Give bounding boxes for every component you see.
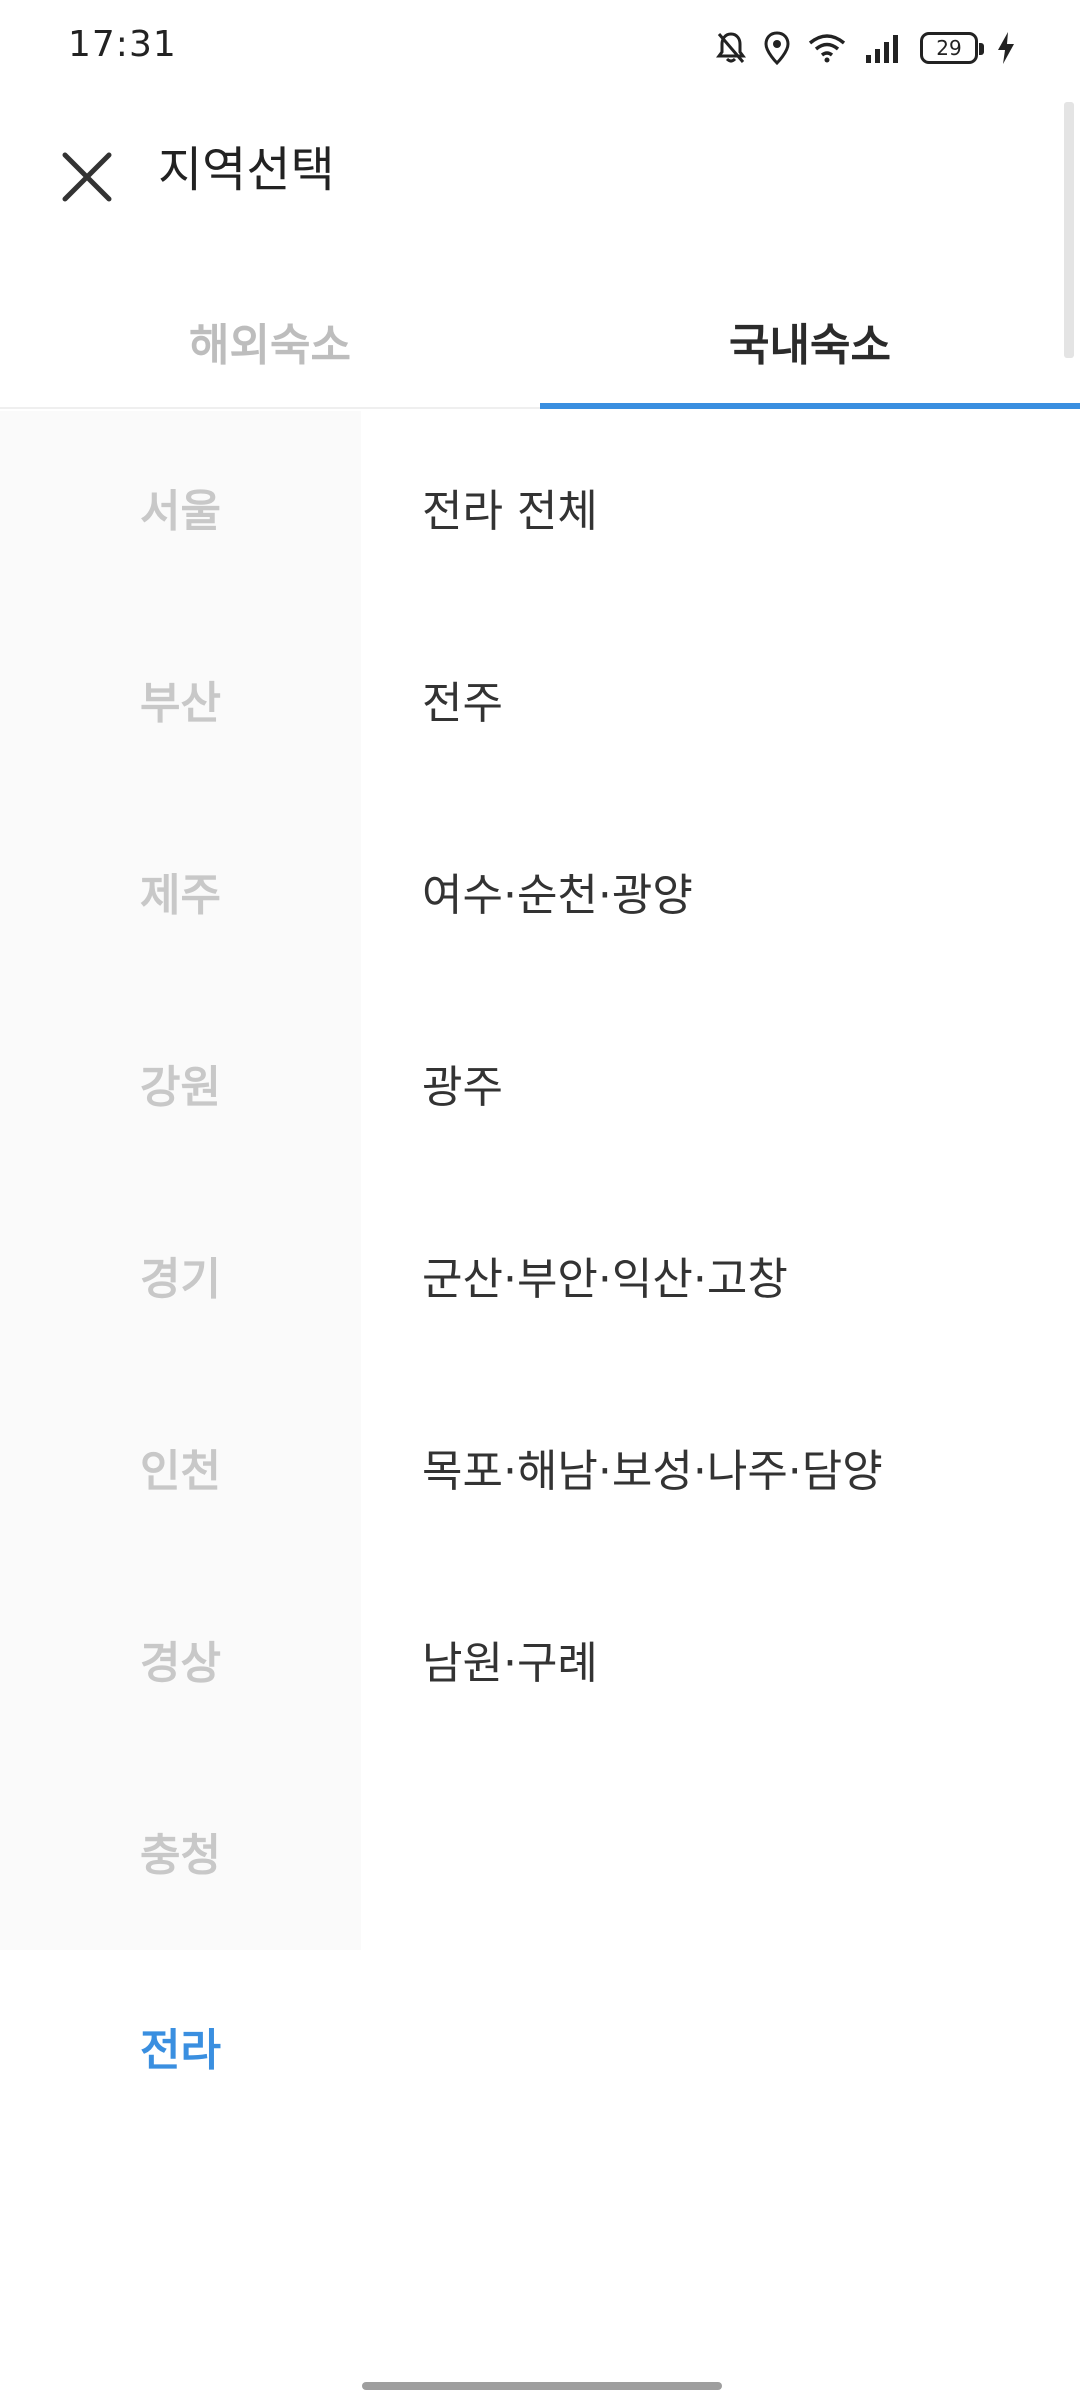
sub-region-item[interactable]: 전주	[422, 603, 503, 795]
region-item-busan[interactable]: 부산	[0, 603, 361, 795]
region-item-gyeonggi[interactable]: 경기	[0, 1179, 361, 1371]
tab-bar: 해외숙소 국내숙소	[0, 275, 1080, 409]
sub-region-item[interactable]: 목포·해남·보성·나주·담양	[422, 1371, 883, 1563]
region-item-jeolla[interactable]: 전라	[0, 1950, 361, 2142]
status-bar: 17:31 29	[0, 0, 1080, 96]
region-item-chungcheong[interactable]: 충청	[0, 1755, 361, 1947]
battery-icon: 29	[920, 32, 984, 64]
sub-region-item[interactable]: 전라 전체	[422, 411, 598, 603]
sub-region-item[interactable]: 군산·부안·익산·고창	[422, 1179, 788, 1371]
mute-bell-icon	[716, 31, 746, 65]
tab-overseas[interactable]: 해외숙소	[0, 275, 540, 407]
sub-region-item[interactable]: 남원·구례	[422, 1563, 598, 1755]
charging-icon	[996, 31, 1016, 65]
header: 지역선택	[0, 110, 1080, 230]
tab-domestic[interactable]: 국내숙소	[540, 275, 1080, 409]
region-item-incheon[interactable]: 인천	[0, 1371, 361, 1563]
location-icon	[764, 31, 790, 65]
region-item-gangwon[interactable]: 강원	[0, 987, 361, 1179]
sub-region-item[interactable]: 여수·순천·광양	[422, 795, 693, 987]
wifi-icon	[808, 33, 846, 63]
region-item-seoul[interactable]: 서울	[0, 411, 361, 603]
region-item-gyeongsang[interactable]: 경상	[0, 1563, 361, 1755]
sub-region-item[interactable]: 광주	[422, 987, 503, 1179]
status-icons: 29	[716, 26, 1016, 70]
home-indicator[interactable]	[362, 2382, 722, 2390]
status-time: 17:31	[68, 24, 177, 65]
page-title: 지역선택	[158, 142, 335, 198]
battery-level: 29	[936, 36, 962, 60]
close-button[interactable]	[50, 140, 124, 214]
signal-icon	[864, 33, 902, 63]
close-icon	[62, 152, 112, 202]
region-item-jeju[interactable]: 제주	[0, 795, 361, 987]
